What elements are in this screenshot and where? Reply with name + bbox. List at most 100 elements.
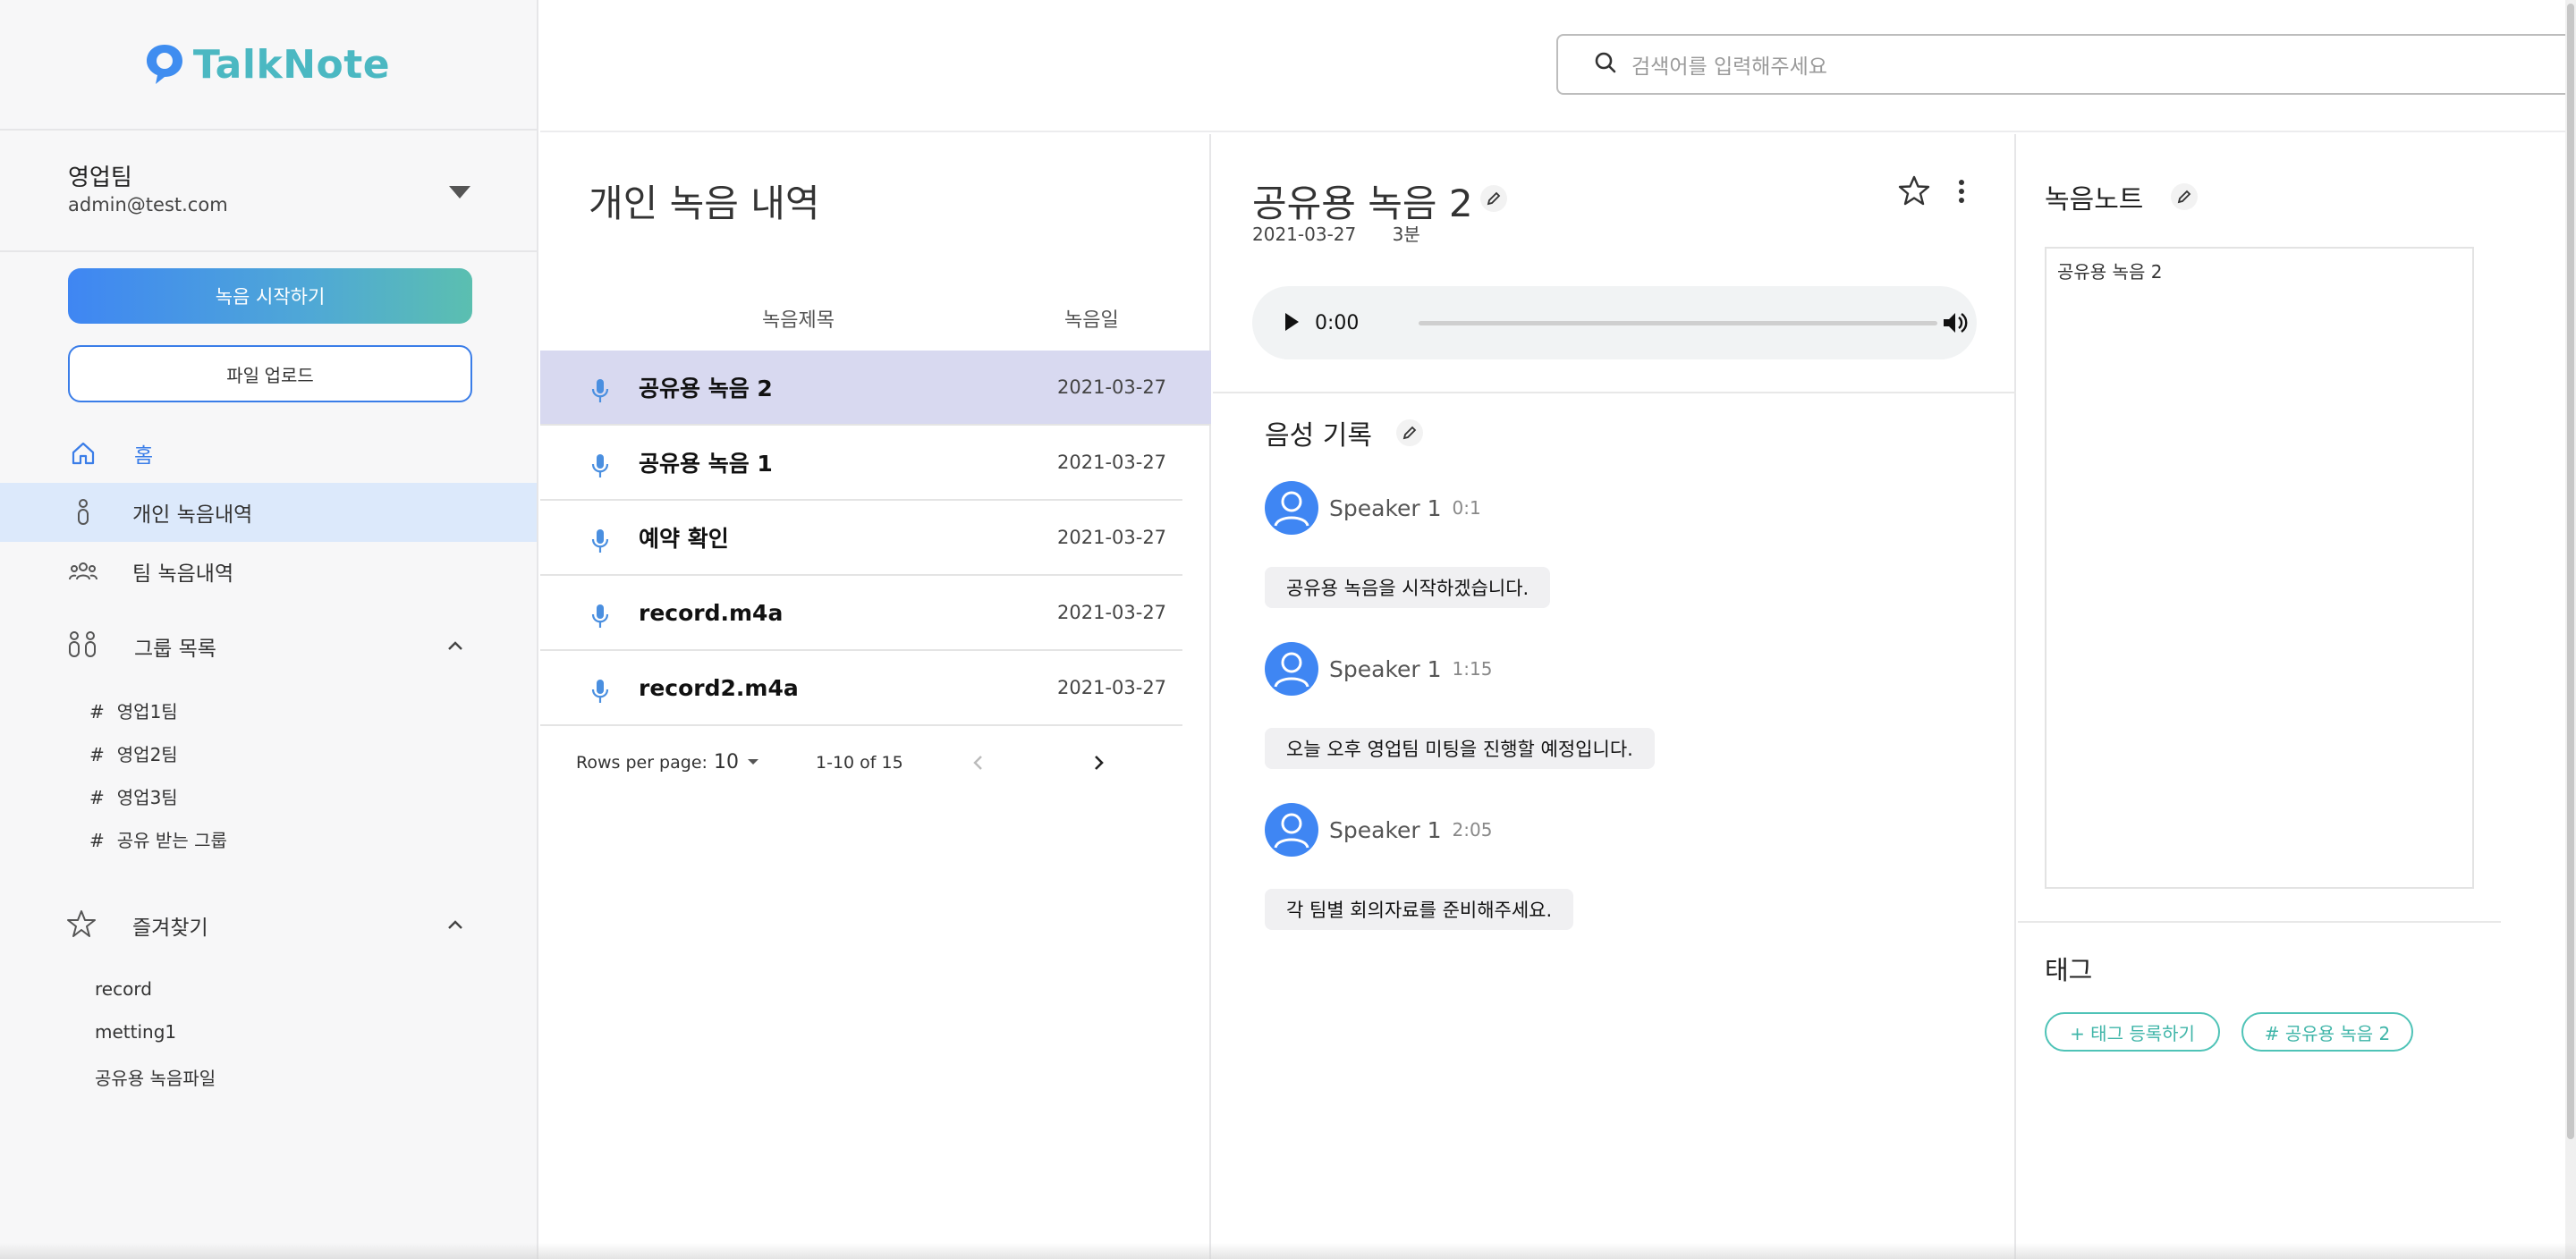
- audio-player[interactable]: 0:00: [1252, 286, 1977, 359]
- note-title: 녹음노트: [2045, 184, 2144, 215]
- recording-meta: 2021-03-27 3분: [1252, 220, 1420, 246]
- search-input[interactable]: 검색어를 입력해주세요: [1631, 49, 1827, 80]
- rows-per-page-select[interactable]: 10: [714, 751, 739, 773]
- nav-item-personal-recordings[interactable]: 개인 녹음내역: [0, 483, 537, 542]
- row-title: 예약 확인: [639, 526, 729, 552]
- row-title: record.m4a: [639, 599, 784, 626]
- microphone-icon: [590, 452, 610, 483]
- note-panel: 녹음노트 공유용 녹음 2 태그 + 태그 등록하기 # 공유용 녹음 2: [2018, 134, 2565, 1259]
- nav-item-home[interactable]: 홈: [0, 424, 537, 483]
- row-title: record2.m4a: [639, 674, 799, 701]
- speaker-timestamp[interactable]: 1:15: [1453, 658, 1493, 680]
- group-list-title: 그룹 목록: [134, 638, 216, 661]
- row-title: 공유용 녹음 1: [639, 451, 773, 477]
- divider: [1213, 392, 2016, 393]
- table-row[interactable]: 공유용 녹음 1 2021-03-27: [540, 426, 1182, 501]
- tags-title: 태그: [2045, 955, 2093, 985]
- speaker-header: Speaker 1 1:15: [1265, 642, 1492, 696]
- recording-detail-panel: 공유용 녹음 2 2021-03-27 3분 0:00 음성 기록 Speake…: [1213, 134, 2016, 1259]
- star-icon: [66, 909, 97, 942]
- speaker-name: Speaker 1: [1329, 494, 1442, 521]
- table-row[interactable]: record2.m4a 2021-03-27: [540, 651, 1182, 726]
- microphone-icon: [590, 528, 610, 558]
- page-range: 1-10 of 15: [816, 753, 903, 773]
- recording-list-panel: 개인 녹음 내역 녹음제목 녹음일 공유용 녹음 2 2021-03-27 공유…: [540, 134, 1211, 1259]
- account-selector[interactable]: 영업팀 admin@test.com: [0, 131, 537, 252]
- rows-per-page-label: Rows per page:: [576, 753, 708, 773]
- search-bar[interactable]: 검색어를 입력해주세요: [1556, 34, 2576, 95]
- favorites-header[interactable]: 즐겨찾기: [0, 903, 537, 948]
- audio-progress-track[interactable]: [1419, 321, 1937, 325]
- column-header-date[interactable]: 녹음일: [1064, 304, 1119, 333]
- edit-transcript-icon[interactable]: [1395, 418, 1424, 451]
- search-icon: [1594, 51, 1617, 78]
- speaker-header: Speaker 1 2:05: [1265, 803, 1492, 857]
- column-header-title[interactable]: 녹음제목: [762, 304, 835, 333]
- add-tag-button[interactable]: + 태그 등록하기: [2045, 1012, 2220, 1052]
- volume-icon[interactable]: [1941, 309, 1968, 340]
- nav-label-home: 홈: [134, 444, 154, 468]
- group-list-header[interactable]: 그룹 목록: [0, 624, 537, 669]
- team-icon: [68, 556, 98, 587]
- group-item-label: 영업2팀: [116, 744, 178, 765]
- recording-date: 2021-03-27: [1252, 224, 1357, 245]
- group-item[interactable]: # 공유 받는 그룹: [89, 826, 227, 852]
- chevron-up-icon[interactable]: [445, 916, 465, 939]
- favorite-item[interactable]: 공유용 녹음파일: [95, 1064, 216, 1090]
- group-item[interactable]: # 영업2팀: [89, 740, 178, 766]
- edit-title-icon[interactable]: [1479, 184, 1508, 216]
- speaker-name: Speaker 1: [1329, 816, 1442, 843]
- nav-item-team-recordings[interactable]: 팀 녹음내역: [0, 542, 537, 601]
- row-date: 2021-03-27: [1057, 602, 1167, 623]
- nav-label-team-recordings: 팀 녹음내역: [132, 562, 234, 586]
- star-icon[interactable]: [1898, 175, 1930, 209]
- list-title: 개인 녹음 내역: [589, 182, 820, 225]
- row-date: 2021-03-27: [1057, 452, 1167, 473]
- play-icon[interactable]: [1283, 311, 1301, 336]
- sidebar: TalkNote 영업팀 admin@test.com 녹음 시작하기 파일 업…: [0, 0, 538, 1259]
- favorite-item[interactable]: record: [95, 978, 152, 1000]
- chevron-right-icon[interactable]: [1089, 753, 1107, 777]
- group-item-label: 영업1팀: [116, 701, 178, 722]
- transcript-bubble: 오늘 오후 영업팀 미팅을 진행할 예정입니다.: [1265, 728, 1655, 769]
- speaker-timestamp[interactable]: 0:1: [1453, 497, 1481, 519]
- favorites-title: 즐겨찾기: [132, 917, 208, 940]
- transcript-bubble: 공유용 녹음을 시작하겠습니다.: [1265, 567, 1551, 608]
- file-upload-button[interactable]: 파일 업로드: [68, 345, 472, 402]
- table-row[interactable]: 예약 확인 2021-03-27: [540, 501, 1182, 576]
- group-item-label: 영업3팀: [116, 787, 178, 808]
- logo-area: TalkNote: [0, 0, 537, 131]
- group-item[interactable]: # 영업3팀: [89, 783, 178, 809]
- tag-chip[interactable]: # 공유용 녹음 2: [2241, 1012, 2413, 1052]
- divider: [2018, 921, 2501, 923]
- pagination: Rows per page: 10 1-10 of 15: [572, 746, 1190, 782]
- start-recording-button[interactable]: 녹음 시작하기: [68, 268, 472, 324]
- speaker-name: Speaker 1: [1329, 655, 1442, 682]
- group-item-label: 공유 받는 그룹: [116, 830, 227, 851]
- group-item[interactable]: # 영업1팀: [89, 697, 178, 723]
- more-menu-icon[interactable]: [1957, 179, 1966, 207]
- microphone-icon: [590, 603, 610, 633]
- logo-icon: [146, 45, 182, 84]
- group-icon: [66, 630, 98, 663]
- audio-time: 0:00: [1315, 311, 1360, 334]
- scrollbar-thumb[interactable]: [2567, 4, 2574, 1139]
- caret-down-icon[interactable]: [449, 186, 470, 199]
- page-scrollbar[interactable]: [2565, 0, 2576, 1259]
- chevron-left-icon[interactable]: [970, 753, 987, 777]
- row-date: 2021-03-27: [1057, 677, 1167, 698]
- table-row[interactable]: record.m4a 2021-03-27: [540, 576, 1182, 651]
- microphone-icon: [590, 377, 610, 408]
- speaker-timestamp[interactable]: 2:05: [1453, 819, 1493, 841]
- edit-note-icon[interactable]: [2170, 182, 2199, 215]
- caret-down-icon[interactable]: [746, 753, 760, 773]
- favorite-item[interactable]: metting1: [95, 1021, 176, 1043]
- row-date: 2021-03-27: [1057, 376, 1167, 398]
- row-date: 2021-03-27: [1057, 527, 1167, 548]
- chevron-up-icon[interactable]: [445, 637, 465, 660]
- nav-label-personal-recordings: 개인 녹음내역: [132, 503, 253, 527]
- transcript-bubble: 각 팀별 회의자료를 준비해주세요.: [1265, 889, 1574, 930]
- note-textarea[interactable]: 공유용 녹음 2: [2045, 247, 2474, 889]
- table-row[interactable]: 공유용 녹음 2 2021-03-27: [540, 351, 1211, 426]
- logo[interactable]: TalkNote: [143, 41, 390, 88]
